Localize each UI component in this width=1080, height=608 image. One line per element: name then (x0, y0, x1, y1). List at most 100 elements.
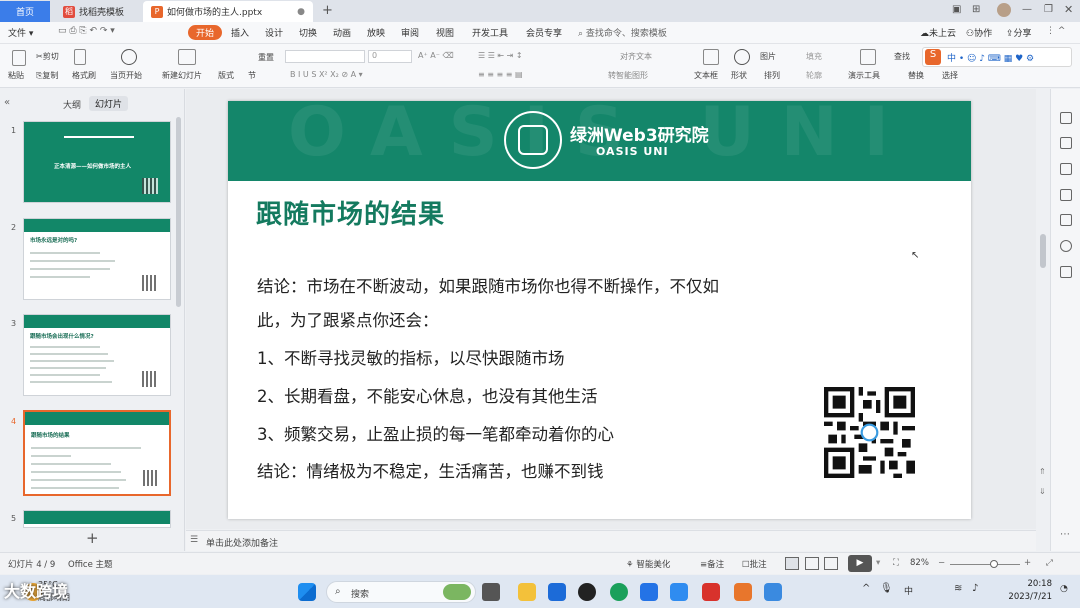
app-icon[interactable] (670, 583, 688, 601)
star-icon[interactable] (1060, 163, 1072, 175)
slide-thumbnail-1[interactable]: 正本清源——如何做市场的主人 (23, 121, 171, 203)
zoom-out-icon[interactable]: − (938, 558, 945, 568)
select-button[interactable]: 选择 (942, 70, 958, 81)
taskbar-search[interactable]: ⌕ 搜索 (326, 581, 476, 603)
zoom-in-icon[interactable]: + (1024, 558, 1031, 568)
find-button[interactable]: 查找 (894, 51, 910, 62)
menu-slideshow[interactable]: 放映 (367, 26, 385, 39)
play-slideshow-button[interactable]: ▶ (848, 555, 872, 572)
edge-icon[interactable] (610, 583, 628, 601)
share-button[interactable]: ⇪分享 (1006, 26, 1032, 39)
menu-animation[interactable]: 动画 (333, 26, 351, 39)
ime-indicator[interactable]: 中 (904, 584, 913, 597)
play-from-start-button[interactable]: 当页开始 (110, 70, 142, 81)
notes-toggle[interactable]: ≡备注 (700, 558, 724, 570)
collaborate-button[interactable]: ⚇协作 (966, 26, 992, 39)
copy-button[interactable]: ⎘复制 (36, 70, 58, 81)
tab-templates[interactable]: 稻找稻壳模板 (55, 1, 140, 22)
menu-start[interactable]: 开始 (188, 25, 223, 40)
quick-access-icons[interactable]: ▭ ⎙ ⎘ ↶ ↷ ▾ (58, 26, 115, 36)
play-options-icon[interactable]: ▾ (876, 558, 880, 568)
resource-icon[interactable] (1060, 189, 1072, 201)
thumbnail-scrollbar[interactable] (176, 117, 181, 307)
list-icons[interactable]: ☰ ☰ ⇤ ⇥ ↕ (478, 51, 523, 60)
volume-icon[interactable]: ♪ (972, 583, 978, 594)
replace-button[interactable]: 替换 (908, 70, 924, 81)
menu-view[interactable]: 视图 (436, 26, 454, 39)
sorter-view-icon[interactable] (805, 557, 819, 570)
task-view-icon[interactable] (482, 583, 500, 601)
minimize-icon[interactable]: — (1022, 4, 1032, 15)
settings-sliders-icon[interactable] (1060, 137, 1072, 149)
tab-close-icon[interactable]: ● (297, 7, 305, 17)
font-grow-icons[interactable]: A⁺ A⁻ ⌫ (418, 51, 454, 60)
dell-icon[interactable] (578, 583, 596, 601)
menu-insert[interactable]: 插入 (231, 26, 249, 39)
app-blue-icon[interactable] (764, 583, 782, 601)
new-tab-icon[interactable]: + (322, 3, 333, 18)
zoom-slider[interactable] (950, 564, 1020, 565)
cloud-status[interactable]: ☁未上云 (920, 26, 956, 39)
zoom-slider-thumb[interactable] (990, 560, 998, 568)
fullscreen-icon[interactable]: ⤢ (1046, 558, 1053, 568)
more-icon[interactable]: ⋮ ^ (1046, 26, 1065, 36)
ime-toolbar[interactable]: S 中 • ☺ ♪ ⌨ ▦ ♥ ⚙ (922, 47, 1072, 67)
menu-review[interactable]: 审阅 (401, 26, 419, 39)
tab-document[interactable]: P 如何做市场的主人.pptx ● (143, 1, 313, 22)
next-slide-icon[interactable]: ⇓ (1039, 487, 1046, 496)
font-name-select[interactable] (285, 50, 365, 63)
notification-icon[interactable]: ◔ (1060, 584, 1068, 594)
tab-slides[interactable]: 幻灯片 (89, 96, 129, 111)
tab-home[interactable]: 首页 (0, 1, 50, 22)
wifi-icon[interactable]: ≋ (954, 583, 962, 594)
smart-graphic-button[interactable]: 转智能图形 (608, 70, 648, 81)
restore-icon[interactable]: ❐ (1044, 4, 1053, 15)
reset-button[interactable]: 重置 (258, 52, 274, 63)
align-icons[interactable]: ≡ ≡ ≡ ≡ ▤ (478, 70, 523, 79)
fit-icon[interactable]: ⛶ (893, 558, 899, 568)
close-icon[interactable]: ✕ (1064, 3, 1073, 16)
text-box-button[interactable]: 文本框 (694, 70, 718, 81)
mic-icon[interactable]: 🎙 (880, 583, 893, 594)
mail-icon[interactable] (548, 583, 566, 601)
property-icon[interactable] (1060, 112, 1072, 124)
menu-file[interactable]: 文件 ▾ (8, 26, 33, 39)
new-slide-button[interactable]: 新建幻灯片 (162, 70, 202, 81)
avatar[interactable] (997, 3, 1011, 17)
add-slide-button[interactable]: + (86, 529, 99, 547)
reading-view-icon[interactable] (824, 557, 838, 570)
wps-icon[interactable] (702, 583, 720, 601)
grid-icon[interactable]: ⊞ (972, 4, 980, 15)
app-orange-icon[interactable] (734, 583, 752, 601)
font-size-select[interactable]: 0 (368, 50, 412, 63)
outline-button[interactable]: 轮廓 (806, 70, 822, 81)
slide-thumbnail-3[interactable]: 跟随市场会出现什么情况? (23, 314, 171, 396)
present-tools-button[interactable]: 演示工具 (848, 70, 880, 81)
windows-start-icon[interactable] (298, 583, 316, 601)
file-explorer-icon[interactable] (518, 583, 536, 601)
slide-thumbnail-4[interactable]: 跟随市场的结果 (23, 410, 171, 496)
store-icon[interactable] (640, 583, 658, 601)
prev-slide-icon[interactable]: ⇑ (1039, 467, 1046, 476)
paste-icon[interactable] (12, 50, 26, 66)
comments-toggle[interactable]: ☐批注 (742, 558, 767, 570)
chart-icon[interactable] (1060, 266, 1072, 278)
image-icon[interactable] (1060, 214, 1072, 226)
layout-icon[interactable]: ▣ (952, 4, 961, 15)
sidebar-more-icon[interactable]: ⋯ (1060, 529, 1070, 540)
smart-beautify-button[interactable]: ⚘ 智能美化 (626, 558, 670, 570)
command-search[interactable]: ⌕ 查找命令、搜索模板 (578, 26, 667, 39)
paste-button[interactable]: 粘贴 (8, 70, 24, 81)
vertical-scrollbar[interactable]: ⇑ ⇓ (1036, 89, 1050, 551)
arrange-button[interactable]: 排列 (764, 70, 780, 81)
section-button[interactable]: 节 (248, 70, 256, 81)
slide-thumbnail-2[interactable]: 市场永远是对的吗? (23, 218, 171, 300)
shapes-button[interactable]: 形状 (731, 70, 747, 81)
zoom-level[interactable]: 82% (910, 558, 929, 568)
menu-transition[interactable]: 切换 (299, 26, 317, 39)
menu-developer[interactable]: 开发工具 (472, 26, 508, 39)
menu-member[interactable]: 会员专享 (526, 26, 562, 39)
align-text-button[interactable]: 对齐文本 (620, 51, 652, 62)
layout-button[interactable]: 版式 (218, 70, 234, 81)
format-painter-button[interactable]: 格式刷 (72, 70, 96, 81)
